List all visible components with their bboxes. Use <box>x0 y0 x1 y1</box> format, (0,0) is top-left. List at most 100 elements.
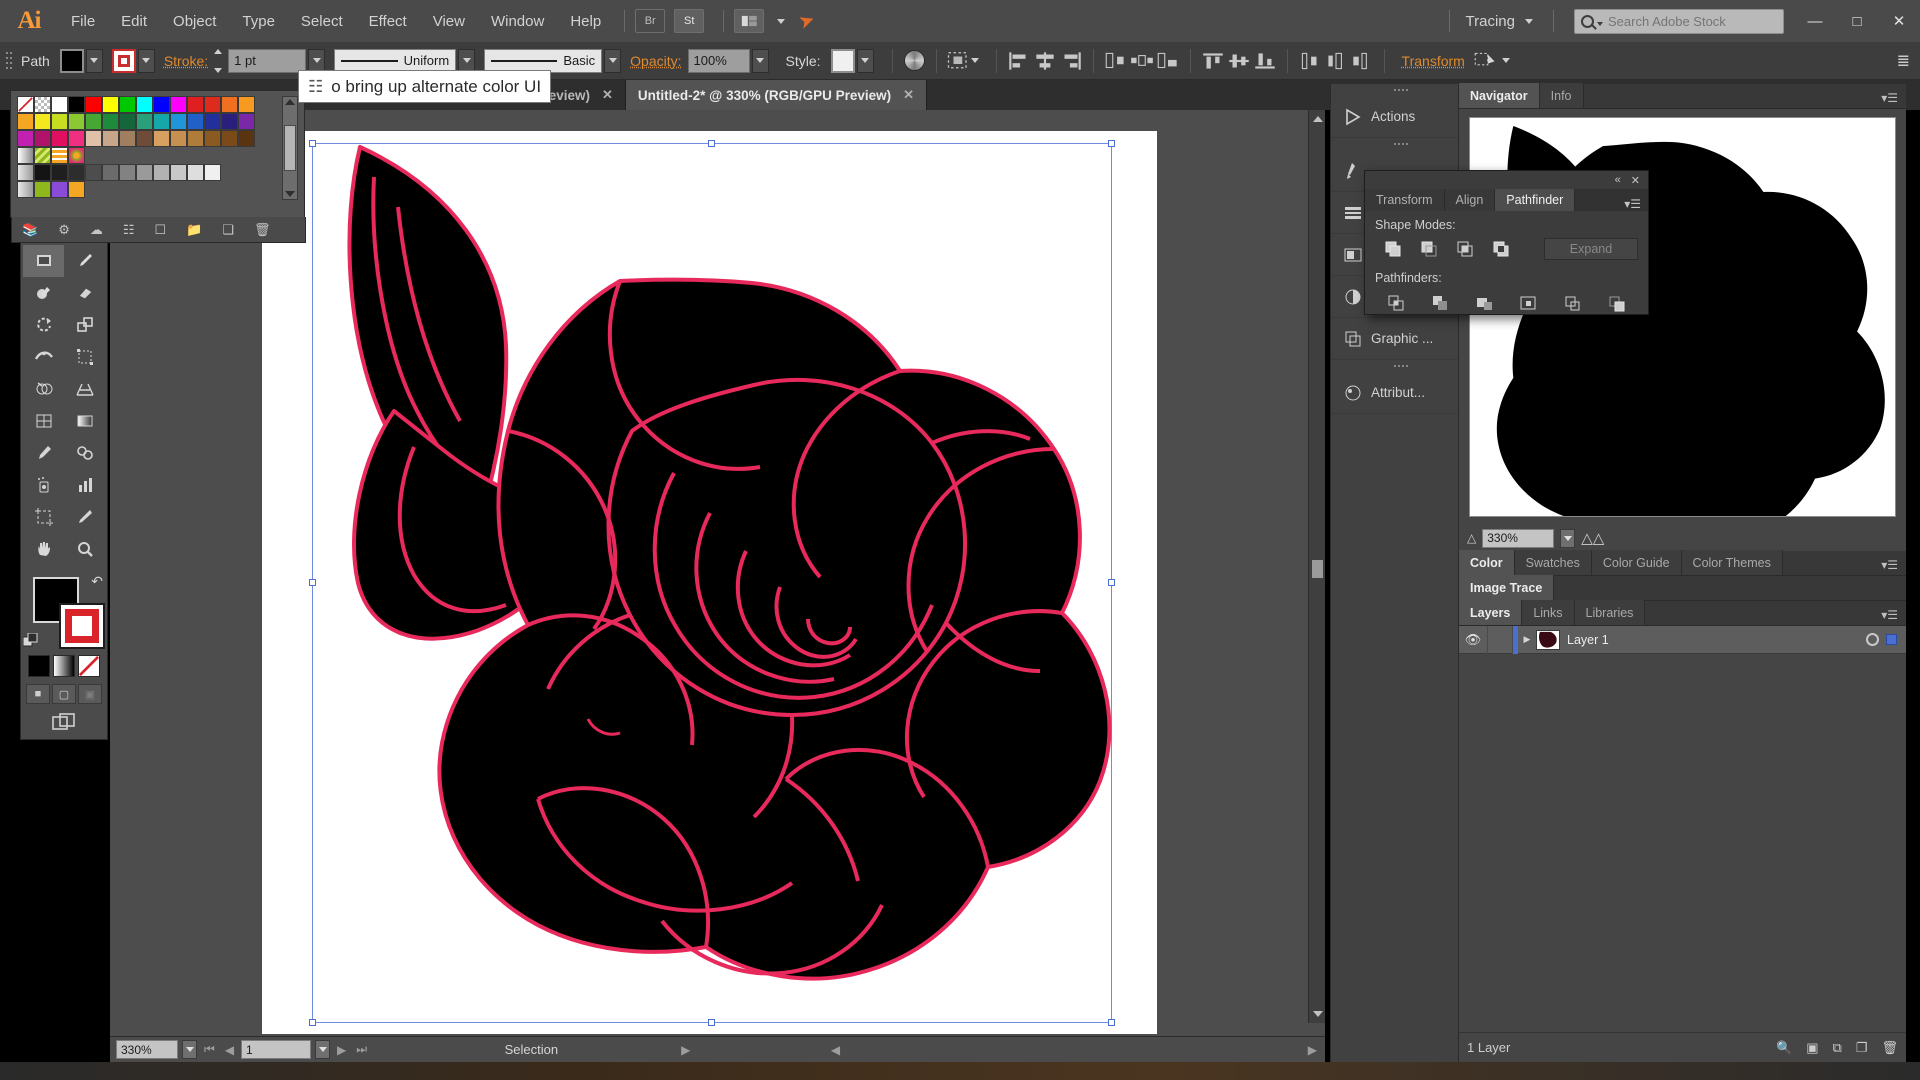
tab-libraries[interactable]: Libraries <box>1575 600 1646 625</box>
divide-icon[interactable] <box>1375 290 1419 316</box>
distribute-center-icon[interactable] <box>1129 50 1155 72</box>
tab-layers[interactable]: Layers <box>1459 600 1522 625</box>
search-input[interactable] <box>1608 14 1784 29</box>
swatch-magenta[interactable] <box>170 96 187 113</box>
navigator-zoom-dropdown-icon[interactable] <box>1560 529 1575 548</box>
menu-window[interactable]: Window <box>478 0 557 42</box>
unite-icon[interactable] <box>1375 237 1411 261</box>
rose-artwork[interactable] <box>302 131 1122 1031</box>
swatch-d7[interactable] <box>119 130 136 147</box>
swatch-pattern-multi[interactable] <box>68 147 85 164</box>
draw-normal-icon[interactable]: ■ <box>26 684 50 704</box>
swatch-g5[interactable] <box>102 164 119 181</box>
swatch-g6[interactable] <box>119 164 136 181</box>
rocket-icon[interactable]: ➤ <box>796 7 819 34</box>
document-tab-untitled-2[interactable]: Untitled-2* @ 330% (RGB/GPU Preview) ✕ <box>626 80 927 110</box>
swatch-d8[interactable] <box>136 130 153 147</box>
swatch-c3[interactable] <box>51 113 68 130</box>
stroke-weight-field[interactable]: 1 pt <box>228 49 306 73</box>
navigator-menu-icon[interactable]: ▾☰ <box>1881 91 1906 108</box>
swatch-gradient-2[interactable] <box>17 164 34 181</box>
swatch-gradient-1[interactable] <box>17 147 34 164</box>
tab-swatches[interactable]: Swatches <box>1515 550 1592 575</box>
panel-menu-icon[interactable]: ▾☰ <box>1624 197 1648 211</box>
tab-navigator[interactable]: Navigator <box>1459 83 1540 108</box>
blend-tool[interactable] <box>64 437 105 469</box>
swatch-pattern-green[interactable] <box>34 147 51 164</box>
swatch-d11[interactable] <box>187 130 204 147</box>
trim-icon[interactable] <box>1419 290 1463 316</box>
tab-pathfinder[interactable]: Pathfinder <box>1495 189 1575 211</box>
swatch-d14[interactable] <box>238 130 255 147</box>
swatch-g9[interactable] <box>170 164 187 181</box>
swatch-scroll-up-icon[interactable] <box>285 99 295 105</box>
swatch-h2[interactable] <box>51 181 68 198</box>
graphic-style-dropdown-icon[interactable] <box>857 49 874 73</box>
swatch-c4[interactable] <box>68 113 85 130</box>
first-artboard-icon[interactable]: ⏮ <box>201 1042 218 1057</box>
swatch-c8[interactable] <box>136 113 153 130</box>
swatch-none[interactable] <box>17 96 34 113</box>
distribute-left-icon[interactable] <box>1103 50 1129 72</box>
menu-object[interactable]: Object <box>160 0 229 42</box>
swatch-d9[interactable] <box>153 130 170 147</box>
color-mode-icon[interactable] <box>28 655 50 677</box>
swatch-d5[interactable] <box>85 130 102 147</box>
opacity-field[interactable]: 100% <box>688 49 750 73</box>
paintbrush-tool[interactable] <box>64 245 105 277</box>
arrange-dropdown-icon[interactable] <box>777 19 785 24</box>
distribute-middle-icon[interactable] <box>1323 50 1349 72</box>
dock-grip-1[interactable] <box>1331 84 1458 96</box>
delete-swatch-icon[interactable]: 🗑 <box>254 222 271 238</box>
expand-button[interactable]: Expand <box>1544 238 1638 260</box>
arrange-documents-icon[interactable] <box>734 9 764 33</box>
scale-tool[interactable] <box>64 309 105 341</box>
dock-grip-2[interactable] <box>1331 138 1458 150</box>
new-swatch-folder-icon[interactable]: 📁 <box>186 222 202 238</box>
outline-icon[interactable] <box>1550 290 1594 316</box>
swatches-scrollbar[interactable] <box>282 96 298 200</box>
control-bar-grip[interactable] <box>6 49 15 73</box>
artboard-dropdown-icon[interactable] <box>315 1040 330 1059</box>
make-clipping-mask-icon[interactable]: ▣ <box>1806 1040 1818 1056</box>
swatch-blue[interactable] <box>153 96 170 113</box>
draw-inside-icon[interactable]: ▣ <box>78 684 102 704</box>
scroll-down-icon[interactable] <box>1313 1011 1323 1017</box>
rotate-tool[interactable] <box>23 309 64 341</box>
vertical-scroll-thumb[interactable] <box>1312 560 1323 578</box>
mesh-tool[interactable] <box>23 405 64 437</box>
close-panel-icon[interactable]: ✕ <box>1631 174 1640 187</box>
swatch-white[interactable] <box>51 96 68 113</box>
slice-tool[interactable] <box>64 501 105 533</box>
maximize-button[interactable]: □ <box>1836 0 1878 42</box>
zoom-in-icon[interactable]: △△ <box>1581 529 1604 547</box>
distribute-bottom-icon[interactable] <box>1349 50 1375 72</box>
align-top-icon[interactable] <box>1200 50 1226 72</box>
artboard-tool[interactable] <box>23 501 64 533</box>
swatch-red[interactable] <box>85 96 102 113</box>
status-menu-icon[interactable]: ▶ <box>678 1043 693 1057</box>
align-left-icon[interactable] <box>1006 50 1032 72</box>
tab-color[interactable]: Color <box>1459 550 1515 575</box>
swatch-g7[interactable] <box>136 164 153 181</box>
close-tab-icon[interactable]: ✕ <box>903 87 914 103</box>
merge-icon[interactable] <box>1463 290 1507 316</box>
create-new-layer-icon[interactable]: ❐ <box>1856 1040 1868 1056</box>
status-right-arrow-icon[interactable]: ▶ <box>1305 1043 1325 1057</box>
fill-color-swatch[interactable] <box>60 49 84 73</box>
swatch-c12[interactable] <box>204 113 221 130</box>
swatch-orange2[interactable] <box>238 96 255 113</box>
exclude-icon[interactable] <box>1483 237 1519 261</box>
menu-effect[interactable]: Effect <box>356 0 420 42</box>
swatch-d3[interactable] <box>51 130 68 147</box>
layer-selection-indicator[interactable] <box>1886 634 1897 645</box>
swatch-red3[interactable] <box>204 96 221 113</box>
graphic-style-swatch[interactable] <box>831 49 855 73</box>
close-button[interactable]: ✕ <box>1878 0 1920 42</box>
search-adobe-stock-field[interactable] <box>1574 9 1784 34</box>
minus-back-icon[interactable] <box>1594 290 1638 316</box>
table-row[interactable]: 👁 ▶ Layer 1 <box>1459 626 1906 654</box>
swatch-d6[interactable] <box>102 130 119 147</box>
search-dropdown-icon[interactable] <box>1597 22 1603 26</box>
menu-file[interactable]: File <box>58 0 108 42</box>
